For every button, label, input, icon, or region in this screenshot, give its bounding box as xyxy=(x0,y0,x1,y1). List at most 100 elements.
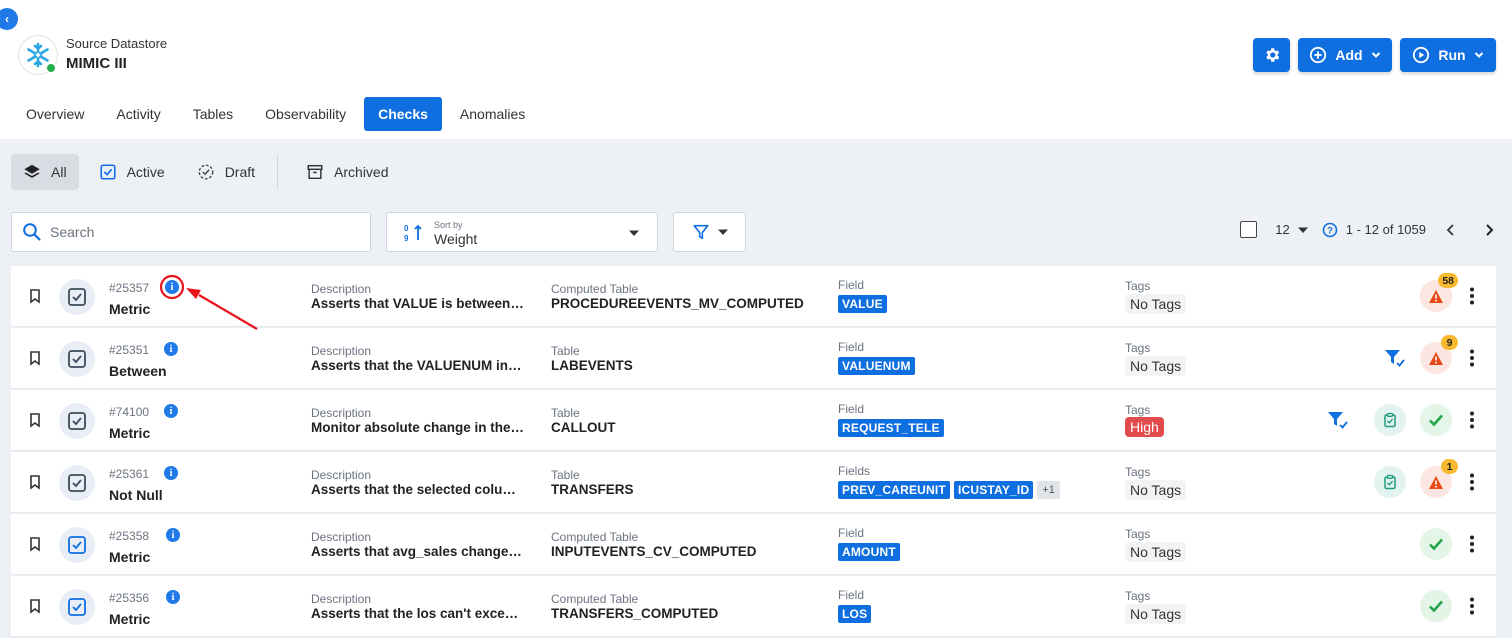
search-input[interactable] xyxy=(50,224,350,240)
chevron-right-icon[interactable] xyxy=(1482,223,1496,237)
more-options-icon[interactable] xyxy=(1469,410,1475,430)
field-list: LOS xyxy=(838,605,872,623)
tab-observability[interactable]: Observability xyxy=(251,97,360,131)
field-tag: PREV_CAREUNIT xyxy=(838,481,950,499)
check-id: #25356 xyxy=(109,591,150,605)
validation-status[interactable] xyxy=(1374,466,1406,498)
tags-value: No Tags xyxy=(1125,604,1187,624)
validation-status[interactable] xyxy=(1374,404,1406,436)
help-icon[interactable]: ? xyxy=(1322,222,1338,238)
anomaly-status[interactable]: 1 xyxy=(1420,459,1458,498)
description-label: Description xyxy=(311,282,372,296)
bookmark-icon[interactable] xyxy=(28,350,42,366)
search-box xyxy=(11,212,371,252)
info-icon[interactable]: i xyxy=(164,404,178,418)
checkmark-icon xyxy=(1429,414,1443,427)
archive-icon xyxy=(307,164,323,180)
check-row[interactable]: #25356 i Metric Description Asserts that… xyxy=(11,576,1496,637)
tags-value: No Tags xyxy=(1125,542,1187,562)
check-row[interactable]: #25357 i Metric Description Asserts that… xyxy=(11,266,1496,327)
more-options-icon[interactable] xyxy=(1469,534,1475,554)
chevron-left-icon[interactable] xyxy=(1444,223,1458,237)
collapse-sidebar-button[interactable]: ‹ xyxy=(0,8,18,30)
passed-status[interactable] xyxy=(1420,590,1452,622)
add-button[interactable]: Add xyxy=(1298,38,1392,72)
more-options-icon[interactable] xyxy=(1469,286,1475,306)
passed-status[interactable] xyxy=(1420,404,1452,436)
run-button-label: Run xyxy=(1438,47,1466,63)
table-name: PROCEDUREEVENTS_MV_COMPUTED xyxy=(551,296,804,311)
sort-select[interactable]: 0 9 Sort by Weight xyxy=(386,212,658,252)
anomaly-count-badge: 1 xyxy=(1441,459,1458,474)
passed-status[interactable] xyxy=(1420,528,1452,560)
bookmark-icon[interactable] xyxy=(28,536,42,552)
field-list: AMOUNT xyxy=(838,543,900,561)
field-list: PREV_CAREUNIT ICUSTAY_ID +1 xyxy=(838,481,1060,499)
check-type: Metric xyxy=(109,301,151,317)
check-row[interactable]: #25351 i Between Description Asserts tha… xyxy=(11,328,1496,389)
tags-label: Tags xyxy=(1125,279,1151,293)
bookmark-icon[interactable] xyxy=(28,288,42,304)
anomaly-status[interactable]: 9 xyxy=(1420,335,1458,374)
check-row[interactable]: #74100 i Metric Description Monitor abso… xyxy=(11,390,1496,451)
page-header: ‹ Source Datastore MIMIC III Add Run Ove… xyxy=(0,0,1512,139)
sort-numeric-icon: 0 9 xyxy=(404,224,422,243)
field-tag: REQUEST_TELE xyxy=(838,419,944,437)
more-options-icon[interactable] xyxy=(1469,348,1475,368)
tab-anomalies[interactable]: Anomalies xyxy=(446,97,539,131)
tab-tables[interactable]: Tables xyxy=(179,97,247,131)
svg-text:0: 0 xyxy=(404,224,409,233)
bookmark-icon[interactable] xyxy=(28,474,42,490)
info-icon[interactable]: i xyxy=(165,280,179,294)
svg-text:9: 9 xyxy=(404,234,409,243)
check-type-icon xyxy=(59,465,95,501)
more-fields-badge[interactable]: +1 xyxy=(1037,481,1060,499)
filter-dropdown-button[interactable] xyxy=(673,212,746,252)
filter-active-button[interactable]: Active xyxy=(87,154,177,190)
table-name: INPUTEVENTS_CV_COMPUTED xyxy=(551,544,757,559)
more-options-icon[interactable] xyxy=(1469,472,1475,492)
select-all-checkbox[interactable] xyxy=(1240,221,1258,238)
tags-label: Tags xyxy=(1125,341,1151,355)
filter-active-label: Active xyxy=(126,164,165,180)
connection-status-dot xyxy=(45,62,57,74)
filter-all-button[interactable]: All xyxy=(11,154,79,190)
field-label: Field xyxy=(838,526,865,540)
tab-activity[interactable]: Activity xyxy=(102,97,174,131)
field-label: Field xyxy=(838,340,865,354)
check-type-icon xyxy=(59,589,95,625)
filter-archived-button[interactable]: Archived xyxy=(294,154,400,190)
tags-label: Tags xyxy=(1125,527,1151,541)
filter-draft-button[interactable]: Draft xyxy=(185,154,267,190)
caret-down-icon[interactable] xyxy=(1297,226,1308,234)
info-icon[interactable]: i xyxy=(164,342,178,356)
run-button[interactable]: Run xyxy=(1400,38,1496,72)
check-description: Asserts that VALUE is between MIN and MA… xyxy=(311,296,525,311)
info-icon[interactable]: i xyxy=(164,466,178,480)
more-options-icon[interactable] xyxy=(1469,596,1475,616)
filter-applied-icon xyxy=(1385,350,1405,367)
page-size-select[interactable]: 12 xyxy=(1275,222,1289,237)
check-row[interactable]: #25361 i Not Null Description Asserts th… xyxy=(11,452,1496,513)
layers-icon xyxy=(24,164,40,178)
info-icon[interactable]: i xyxy=(166,590,180,604)
field-label: Field xyxy=(838,278,865,292)
description-label: Description xyxy=(311,344,372,358)
tab-overview[interactable]: Overview xyxy=(12,97,98,131)
check-row[interactable]: #25358 i Metric Description Asserts that… xyxy=(11,514,1496,575)
anomaly-status[interactable]: 58 xyxy=(1420,273,1458,312)
settings-button[interactable] xyxy=(1253,38,1290,72)
check-id: #25357 xyxy=(109,281,150,295)
filter-applied-icon xyxy=(1328,412,1348,429)
field-list: REQUEST_TELE xyxy=(838,419,944,437)
filter-all-label: All xyxy=(51,164,67,180)
tab-checks[interactable]: Checks xyxy=(364,97,442,131)
bookmark-icon[interactable] xyxy=(28,598,42,614)
table-label: Computed Table xyxy=(551,282,639,296)
info-icon[interactable]: i xyxy=(166,528,180,542)
bookmark-icon[interactable] xyxy=(28,412,42,428)
datastore-tabs: Overview Activity Tables Observability C… xyxy=(12,97,539,131)
check-type-icon xyxy=(59,403,95,439)
table-name: TRANSFERS xyxy=(551,482,634,497)
table-label: Table xyxy=(551,468,580,482)
